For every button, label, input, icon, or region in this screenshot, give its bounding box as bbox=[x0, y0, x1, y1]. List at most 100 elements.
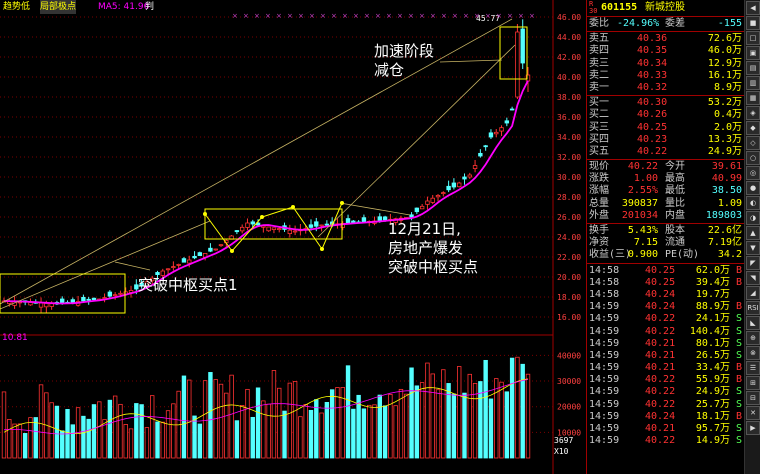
candle-body bbox=[478, 152, 483, 157]
bid-row[interactable]: 买二 40.26 0.4万 bbox=[587, 109, 744, 121]
toolbar-button[interactable]: ◣ bbox=[746, 316, 760, 330]
toolbar-button[interactable]: ⊗ bbox=[746, 346, 760, 360]
price-axis-label: 28.00 bbox=[557, 193, 581, 202]
kline-chart-area[interactable]: 46.00 44.00 42.00 40.00 38.00 36.00 34.00 32.00… bbox=[0, 0, 586, 474]
tick-price: 40.24 bbox=[645, 410, 676, 422]
tick-row[interactable]: 14:59 40.22 55.9万 B bbox=[587, 374, 744, 386]
toolbar-button[interactable]: ⊕ bbox=[746, 331, 760, 345]
price-axis-label: 38.00 bbox=[557, 93, 581, 102]
tick-price: 40.22 bbox=[645, 325, 676, 337]
tick-row[interactable]: 14:58 40.25 62.0万 B bbox=[587, 265, 744, 277]
tick-volume: 25.7万 bbox=[695, 398, 730, 410]
annotation-accelerate-line1: 加速阶段 bbox=[374, 42, 435, 60]
toolbar-button[interactable]: ✕ bbox=[746, 406, 760, 420]
toolbar-button[interactable]: RSI bbox=[746, 301, 760, 315]
candle-body bbox=[494, 131, 499, 135]
stat-row: 涨跌 1.00 最高 40.99 bbox=[587, 173, 744, 185]
price-axis-label: 20.00 bbox=[557, 273, 581, 282]
ask-row[interactable]: 卖五 40.36 72.6万 bbox=[587, 33, 744, 45]
toolbar-button[interactable]: ▥ bbox=[746, 76, 760, 90]
toolbar-button[interactable]: ▣ bbox=[746, 46, 760, 60]
toolbar-button[interactable]: ◤ bbox=[746, 256, 760, 270]
bid-row[interactable]: 买三 40.25 2.0万 bbox=[587, 122, 744, 134]
candle-body bbox=[483, 145, 488, 148]
ask-row[interactable]: 卖三 40.34 12.9万 bbox=[587, 58, 744, 70]
toolbar-button[interactable]: ○ bbox=[746, 151, 760, 165]
tick-row[interactable]: 14:59 40.22 24.9万 S bbox=[587, 386, 744, 398]
tick-row[interactable]: 14:59 40.22 14.9万 S bbox=[587, 435, 744, 447]
toolbar-button[interactable]: ◢ bbox=[746, 286, 760, 300]
bid-row[interactable]: 买五 40.22 24.9万 bbox=[587, 146, 744, 158]
volume-bar bbox=[409, 367, 414, 459]
toolbar-button[interactable]: ⊟ bbox=[746, 391, 760, 405]
candle-body bbox=[112, 294, 118, 297]
bid-price: 40.30 bbox=[637, 97, 668, 109]
toolbar-button[interactable]: ◐ bbox=[746, 196, 760, 210]
tick-row[interactable]: 14:59 40.21 26.5万 S bbox=[587, 350, 744, 362]
volume-bar bbox=[234, 420, 240, 459]
kline-chart-svg[interactable]: 46.00 44.00 42.00 40.00 38.00 36.00 34.00 32.00… bbox=[0, 0, 586, 474]
toolbar-button[interactable]: ◑ bbox=[746, 211, 760, 225]
tick-row[interactable]: 14:59 40.24 18.1万 B bbox=[587, 411, 744, 423]
volume-bar bbox=[287, 382, 293, 459]
volume-bar bbox=[33, 417, 38, 459]
toolbar-button[interactable]: ▼ bbox=[746, 241, 760, 255]
toolbar-button[interactable]: ◇ bbox=[746, 136, 760, 150]
candle-body bbox=[38, 302, 44, 308]
toolbar-button[interactable]: ◈ bbox=[746, 106, 760, 120]
tick-side: B bbox=[735, 362, 742, 374]
bid-row[interactable]: 买四 40.23 13.3万 bbox=[587, 134, 744, 146]
toolbar-button[interactable]: ◎ bbox=[746, 166, 760, 180]
stat-row: 净资 7.15 流通 7.19亿 bbox=[587, 237, 744, 249]
stat-row: 现价 40.22 今开 39.61 bbox=[587, 161, 744, 173]
tick-row[interactable]: 14:59 40.21 95.7万 S bbox=[587, 423, 744, 435]
ask-price: 40.32 bbox=[637, 81, 668, 93]
toolbar-button[interactable]: ▦ bbox=[746, 91, 760, 105]
ask-row[interactable]: 卖四 40.35 46.0万 bbox=[587, 45, 744, 57]
toolbar-button[interactable]: ▤ bbox=[746, 61, 760, 75]
arrow-line bbox=[339, 202, 411, 216]
tick-row[interactable]: 14:59 40.22 25.7万 S bbox=[587, 399, 744, 411]
tick-price: 40.21 bbox=[645, 337, 676, 349]
toolbar-button[interactable]: ☰ bbox=[746, 361, 760, 375]
toolbar-button[interactable]: ▲ bbox=[746, 226, 760, 240]
tick-price: 40.24 bbox=[645, 288, 676, 300]
tick-time: 14:59 bbox=[589, 349, 620, 361]
stock-market-tag: R 30 bbox=[589, 0, 598, 15]
volume-bar bbox=[70, 424, 76, 459]
tick-row[interactable]: 14:59 40.21 33.4万 B bbox=[587, 362, 744, 374]
toolbar-button[interactable]: ◥ bbox=[746, 271, 760, 285]
toolbar-button[interactable]: ⊞ bbox=[746, 376, 760, 390]
tick-row[interactable]: 14:58 40.24 19.7万 bbox=[587, 289, 744, 301]
stat-value: 5.43% bbox=[627, 225, 658, 236]
toolbar-button[interactable]: ◆ bbox=[746, 121, 760, 135]
toolbar-button[interactable]: □ bbox=[746, 31, 760, 45]
toolbar-button[interactable]: ◀ bbox=[746, 1, 760, 15]
candle-body bbox=[472, 165, 478, 169]
stock-header: R 30 601155 新城控股 bbox=[587, 0, 744, 15]
toolbar-button[interactable]: ■ bbox=[746, 16, 760, 30]
tick-side: S bbox=[735, 435, 742, 447]
volume-bar bbox=[367, 404, 372, 459]
tick-row[interactable]: 14:59 40.22 140.4万 S bbox=[587, 326, 744, 338]
tick-row[interactable]: 14:59 40.21 80.1万 S bbox=[587, 338, 744, 350]
tick-list[interactable]: 14:58 40.25 62.0万 B 14:58 40.25 39.4万 B 14:58 40.… bbox=[587, 265, 744, 448]
candle-body bbox=[266, 226, 271, 232]
price-axis-label: 22.00 bbox=[557, 253, 581, 262]
tick-time: 14:58 bbox=[589, 264, 620, 276]
ask-row[interactable]: 卖二 40.33 16.1万 bbox=[587, 70, 744, 82]
bid-row[interactable]: 买一 40.30 53.2万 bbox=[587, 97, 744, 109]
tick-row[interactable]: 14:58 40.25 39.4万 B bbox=[587, 277, 744, 289]
volume-bar bbox=[520, 363, 525, 459]
candle-body bbox=[91, 297, 97, 301]
tick-side: S bbox=[735, 349, 742, 361]
volume-bar bbox=[483, 359, 488, 459]
candle-body bbox=[319, 224, 324, 227]
tick-row[interactable]: 14:59 40.22 24.1万 S bbox=[587, 313, 744, 325]
arrow-line bbox=[439, 59, 503, 63]
tick-volume: 80.1万 bbox=[695, 337, 730, 349]
toolbar-button[interactable]: ● bbox=[746, 181, 760, 195]
toolbar-button[interactable]: ▶ bbox=[746, 421, 760, 435]
ask-row[interactable]: 卖一 40.32 8.9万 bbox=[587, 82, 744, 94]
tick-row[interactable]: 14:59 40.24 88.9万 B bbox=[587, 301, 744, 313]
